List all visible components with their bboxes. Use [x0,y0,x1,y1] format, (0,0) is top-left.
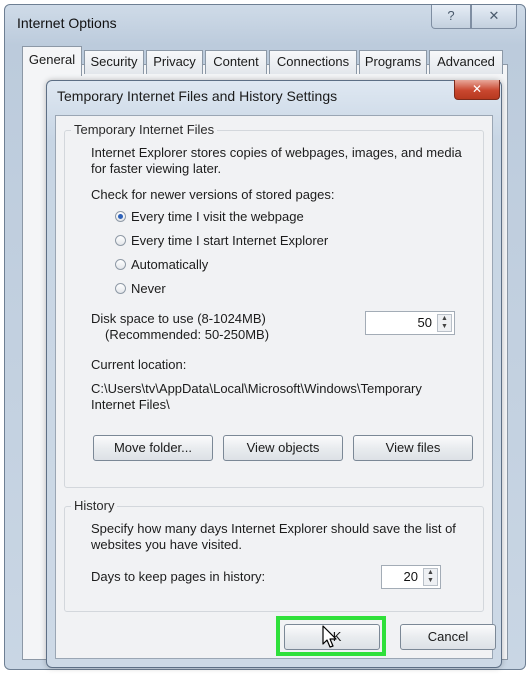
dialog-title: Temporary Internet Files and History Set… [57,88,338,104]
days-to-keep-label: Days to keep pages in history: [91,569,266,584]
tab-content[interactable]: Content [205,50,267,74]
history-group: History Specify how many days Internet E… [64,498,484,612]
disk-space-label: Disk space to use (8-1024MB) [91,311,266,326]
temp-files-group-title: Temporary Internet Files [71,122,218,137]
temp-files-group: Temporary Internet Files Internet Explor… [64,122,484,488]
mouse-cursor-icon [322,625,337,648]
radio-button-selected[interactable] [115,211,126,222]
temp-files-history-dialog: Temporary Internet Files and History Set… [46,80,502,668]
window-close-button[interactable]: ✕ [471,5,517,29]
check-newer-label: Check for newer versions of stored pages… [91,187,335,202]
radio-label: Every time I start Internet Explorer [131,233,329,248]
close-icon: ✕ [471,82,483,96]
history-days-value[interactable]: 20 [404,569,418,584]
disk-space-value[interactable]: 50 [418,315,432,330]
cancel-button[interactable]: Cancel [400,624,496,650]
radio-button[interactable] [115,235,126,246]
tab-advanced[interactable]: Advanced [429,50,503,74]
radio-button[interactable] [115,259,126,270]
help-icon: ? [447,8,455,23]
view-objects-button[interactable]: View objects [223,435,343,461]
current-location-path: C:\Users\tv\AppData\Local\Microsoft\Wind… [91,381,422,412]
dialog-body: Temporary Internet Files Internet Explor… [55,115,496,659]
help-button[interactable]: ? [431,5,471,29]
tab-security[interactable]: Security [84,50,144,74]
view-files-button[interactable]: View files [353,435,473,461]
dialog-close-button[interactable]: ✕ [454,80,500,100]
close-icon: ✕ [488,8,500,23]
spinner-arrows-icon[interactable]: ▲ ▼ [437,314,452,332]
radio-label: Automatically [131,257,209,272]
temp-files-description: Internet Explorer stores copies of webpa… [91,145,462,176]
history-group-title: History [71,498,118,513]
spinner-arrows-icon[interactable]: ▲ ▼ [423,568,438,586]
radio-label: Never [131,281,166,296]
radio-label: Every time I visit the webpage [131,209,304,224]
radio-button[interactable] [115,283,126,294]
tab-general[interactable]: General [22,46,82,76]
window-title: Internet Options [17,15,117,31]
disk-space-recommended: (Recommended: 50-250MB) [105,327,270,342]
history-description: Specify how many days Internet Explorer … [91,521,456,552]
tab-connections[interactable]: Connections [269,50,357,74]
move-folder-button[interactable]: Move folder... [93,435,213,461]
history-days-spinner[interactable]: 20 ▲ ▼ [381,565,441,589]
tab-programs[interactable]: Programs [359,50,427,74]
current-location-label: Current location: [91,357,187,372]
disk-space-spinner[interactable]: 50 ▲ ▼ [365,311,455,335]
tab-privacy[interactable]: Privacy [146,50,203,74]
